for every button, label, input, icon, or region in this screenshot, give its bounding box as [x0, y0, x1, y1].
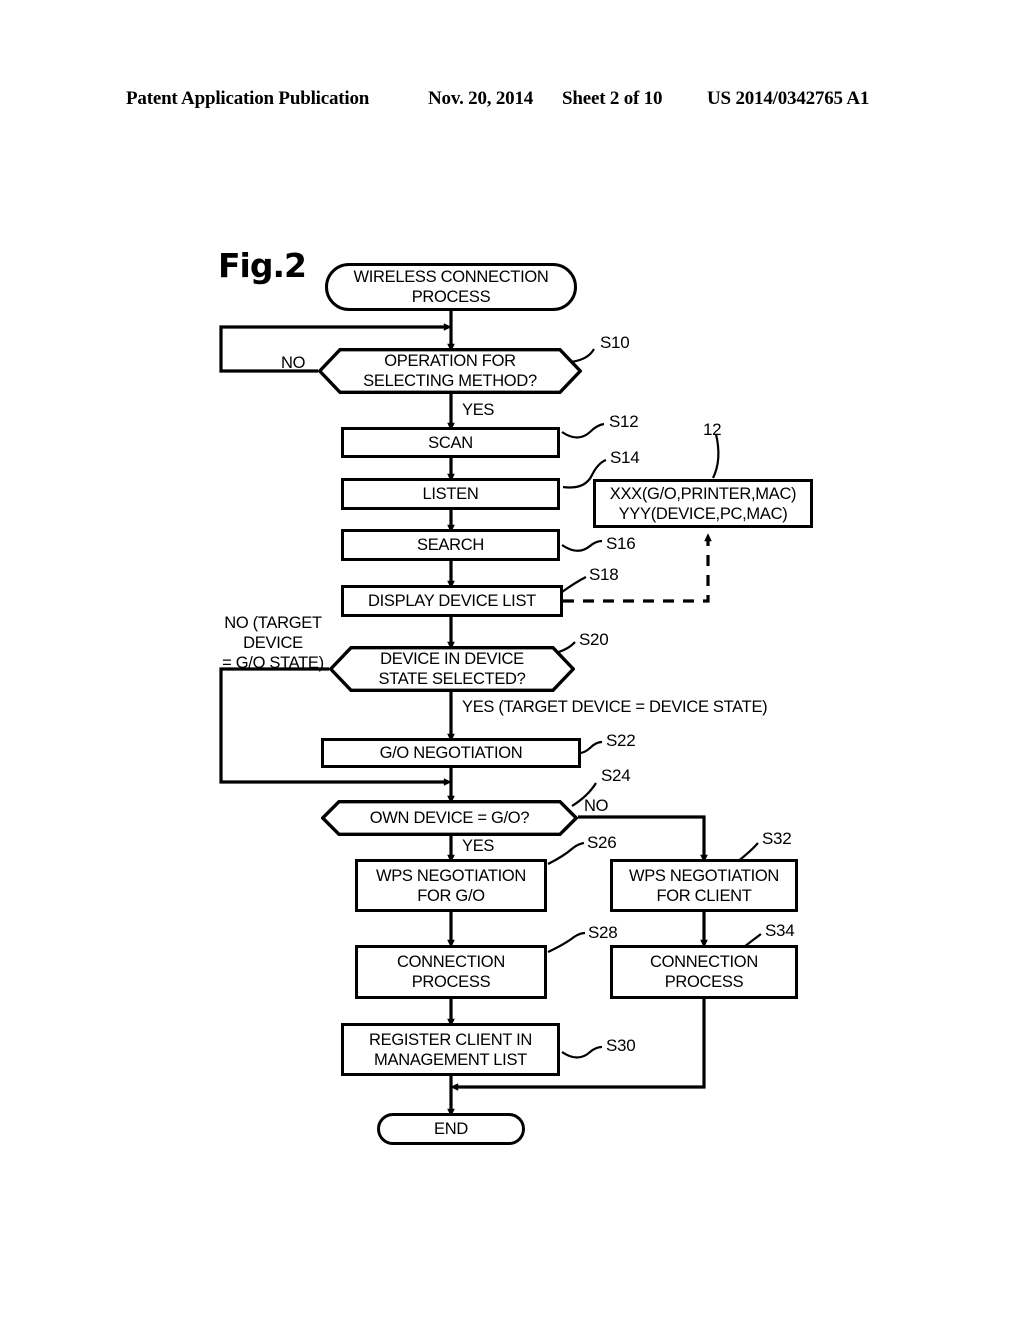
page-header: Patent Application Publication Nov. 20, … [0, 88, 1024, 114]
node-s12-scan[interactable]: SCAN [341, 427, 560, 458]
step-label-s20: S20 [579, 630, 609, 649]
node-s24-label: OWN DEVICE = G/O? [369, 809, 530, 827]
figure-label: Fig.2 [218, 246, 307, 285]
node-end-terminal[interactable]: END [377, 1113, 525, 1145]
device-list-entries: XXX(G/O,PRINTER,MAC) YYY(DEVICE,PC,MAC) [609, 484, 797, 523]
header-sheet-text: Sheet 2 of 10 [562, 88, 663, 109]
step-label-s18: S18 [589, 565, 619, 584]
edge-label-s20-yes: YES (TARGET DEVICE = DEVICE STATE) [462, 698, 768, 716]
node-s34-label: CONNECTION PROCESS [650, 953, 758, 991]
reference-numeral-12: 12 [703, 420, 722, 439]
edge-label-s20-no: NO (TARGET DEVICE = G/O STATE) [222, 614, 324, 672]
node-s28-connection-process[interactable]: CONNECTION PROCESS [355, 945, 547, 999]
node-s24-decision[interactable]: OWN DEVICE = G/O? [321, 800, 578, 836]
node-end-label: END [434, 1120, 468, 1138]
node-s10-label: OPERATION FOR SELECTING METHOD? [363, 352, 537, 390]
step-label-s10: S10 [600, 333, 630, 352]
node-start-label: WIRELESS CONNECTION PROCESS [353, 268, 549, 306]
node-s12-label: SCAN [428, 433, 473, 452]
edge-label-s24-yes: YES [462, 837, 495, 855]
edge-label-s10-no: NO [281, 354, 306, 372]
step-label-s28: S28 [588, 923, 618, 942]
step-label-s26: S26 [587, 833, 617, 852]
node-s32-wps-negotiation-client[interactable]: WPS NEGOTIATION FOR CLIENT [610, 859, 798, 912]
node-s32-label: WPS NEGOTIATION FOR CLIENT [628, 866, 780, 905]
node-s26-label: WPS NEGOTIATION FOR G/O [375, 866, 527, 905]
node-s14-listen[interactable]: LISTEN [341, 478, 560, 510]
step-label-s34: S34 [765, 921, 795, 940]
node-s18-label: DISPLAY DEVICE LIST [368, 592, 536, 610]
node-start-terminal[interactable]: WIRELESS CONNECTION PROCESS [325, 263, 577, 311]
header-publication-text: Patent Application Publication [126, 88, 370, 109]
node-s20-decision[interactable]: DEVICE IN DEVICE STATE SELECTED? [329, 646, 575, 692]
node-s22-go-negotiation[interactable]: G/O NEGOTIATION [321, 738, 581, 768]
node-s34-connection-process[interactable]: CONNECTION PROCESS [610, 945, 798, 999]
node-s16-search[interactable]: SEARCH [341, 529, 560, 561]
step-label-s24: S24 [601, 766, 631, 785]
node-s30-register-client[interactable]: REGISTER CLIENT IN MANAGEMENT LIST [341, 1023, 560, 1076]
node-s30-label: REGISTER CLIENT IN MANAGEMENT LIST [369, 1030, 532, 1069]
node-s16-label: SEARCH [417, 536, 484, 554]
node-s22-label: G/O NEGOTIATION [379, 744, 523, 762]
edge-label-s24-no: NO [584, 797, 609, 815]
node-s18-display-device-list[interactable]: DISPLAY DEVICE LIST [341, 585, 563, 617]
header-patent-number: US 2014/0342765 A1 [707, 88, 870, 109]
step-label-s12: S12 [609, 412, 639, 431]
patent-figure-page: Patent Application Publication Nov. 20, … [0, 0, 1024, 1320]
edge-label-s10-yes: YES [462, 401, 495, 419]
step-label-s30: S30 [606, 1036, 636, 1055]
node-s20-label: DEVICE IN DEVICE STATE SELECTED? [378, 650, 526, 688]
step-label-s32: S32 [762, 829, 792, 848]
device-list-box: XXX(G/O,PRINTER,MAC) YYY(DEVICE,PC,MAC) [593, 479, 813, 528]
header-date-text: Nov. 20, 2014 [428, 88, 534, 109]
node-s10-decision[interactable]: OPERATION FOR SELECTING METHOD? [318, 348, 582, 394]
step-label-s16: S16 [606, 534, 636, 553]
node-s26-wps-negotiation-go[interactable]: WPS NEGOTIATION FOR G/O [355, 859, 547, 912]
step-label-s22: S22 [606, 731, 636, 750]
step-label-s14: S14 [610, 448, 640, 467]
node-s14-label: LISTEN [422, 485, 479, 503]
node-s28-label: CONNECTION PROCESS [397, 953, 505, 991]
